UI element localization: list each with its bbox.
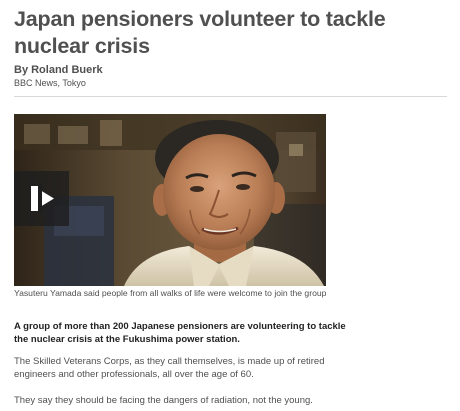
article-paragraph: They say they should be facing the dange… bbox=[14, 395, 313, 406]
play-button[interactable] bbox=[14, 171, 69, 226]
headline: Japan pensioners volunteer to tackle nuc… bbox=[14, 7, 386, 58]
article-paragraph: The Skilled Veterans Corps, as they call… bbox=[14, 356, 325, 380]
play-icon bbox=[31, 183, 54, 214]
byline-location: BBC News, Tokyo bbox=[14, 78, 86, 88]
video-player[interactable] bbox=[14, 114, 326, 286]
image-caption: Yasuteru Yamada said people from all wal… bbox=[14, 288, 327, 298]
byline-author: By Roland Buerk bbox=[14, 64, 103, 76]
divider bbox=[14, 96, 447, 97]
article: Japan pensioners volunteer to tackle nuc… bbox=[0, 0, 460, 411]
article-intro: A group of more than 200 Japanese pensio… bbox=[14, 321, 346, 345]
